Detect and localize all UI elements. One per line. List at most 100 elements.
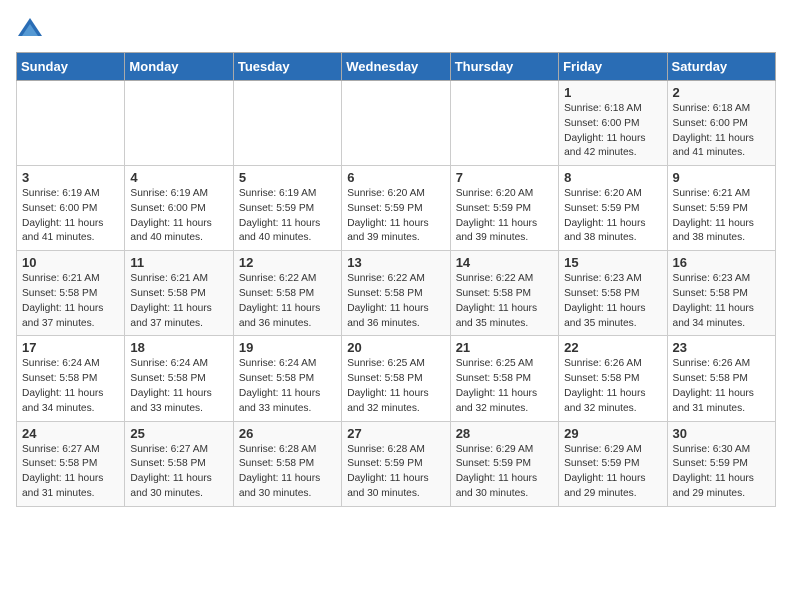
day-info: Sunrise: 6:28 AM Sunset: 5:58 PM Dayligh… bbox=[239, 443, 336, 502]
logo bbox=[16, 16, 48, 44]
header-friday: Friday bbox=[559, 53, 667, 81]
day-info: Sunrise: 6:24 AM Sunset: 5:58 PM Dayligh… bbox=[239, 357, 336, 416]
header-saturday: Saturday bbox=[667, 53, 775, 81]
day-info: Sunrise: 6:29 AM Sunset: 5:59 PM Dayligh… bbox=[564, 443, 661, 502]
calendar-cell: 1 Sunrise: 6:18 AM Sunset: 6:00 PM Daylig… bbox=[559, 81, 667, 166]
calendar-cell: 23 Sunrise: 6:26 AM Sunset: 5:58 PM Dayli… bbox=[667, 336, 775, 421]
day-number: 2 bbox=[673, 85, 770, 100]
calendar-table: SundayMondayTuesdayWednesdayThursdayFrid… bbox=[16, 52, 776, 507]
calendar-cell bbox=[233, 81, 341, 166]
calendar-cell: 3 Sunrise: 6:19 AM Sunset: 6:00 PM Daylig… bbox=[17, 166, 125, 251]
day-info: Sunrise: 6:22 AM Sunset: 5:58 PM Dayligh… bbox=[456, 272, 553, 331]
day-info: Sunrise: 6:23 AM Sunset: 5:58 PM Dayligh… bbox=[673, 272, 770, 331]
calendar-header-row: SundayMondayTuesdayWednesdayThursdayFrid… bbox=[17, 53, 776, 81]
day-number: 5 bbox=[239, 170, 336, 185]
day-info: Sunrise: 6:26 AM Sunset: 5:58 PM Dayligh… bbox=[673, 357, 770, 416]
calendar-cell: 13Sunrise: 6:22 AM Sunset: 5:58 PM Dayli… bbox=[342, 251, 450, 336]
day-info: Sunrise: 6:28 AM Sunset: 5:59 PM Dayligh… bbox=[347, 443, 444, 502]
day-info: Sunrise: 6:25 AM Sunset: 5:58 PM Dayligh… bbox=[347, 357, 444, 416]
calendar-cell: 25Sunrise: 6:27 AM Sunset: 5:58 PM Dayli… bbox=[125, 421, 233, 506]
day-info: Sunrise: 6:22 AM Sunset: 5:58 PM Dayligh… bbox=[347, 272, 444, 331]
day-number: 9 bbox=[673, 170, 770, 185]
calendar-cell bbox=[125, 81, 233, 166]
day-info: Sunrise: 6:25 AM Sunset: 5:58 PM Dayligh… bbox=[456, 357, 553, 416]
calendar-cell: 8 Sunrise: 6:20 AM Sunset: 5:59 PM Daylig… bbox=[559, 166, 667, 251]
day-number: 23 bbox=[673, 340, 770, 355]
day-number: 28 bbox=[456, 426, 553, 441]
day-info: Sunrise: 6:20 AM Sunset: 5:59 PM Dayligh… bbox=[456, 187, 553, 246]
day-info: Sunrise: 6:21 AM Sunset: 5:59 PM Dayligh… bbox=[673, 187, 770, 246]
day-number: 17 bbox=[22, 340, 119, 355]
day-info: Sunrise: 6:19 AM Sunset: 6:00 PM Dayligh… bbox=[130, 187, 227, 246]
day-number: 4 bbox=[130, 170, 227, 185]
day-info: Sunrise: 6:20 AM Sunset: 5:59 PM Dayligh… bbox=[564, 187, 661, 246]
calendar-cell: 14 Sunrise: 6:22 AM Sunset: 5:58 PM Dayli… bbox=[450, 251, 558, 336]
day-number: 25 bbox=[130, 426, 227, 441]
calendar-week-3: 10Sunrise: 6:21 AM Sunset: 5:58 PM Dayli… bbox=[17, 251, 776, 336]
calendar-cell: 17 Sunrise: 6:24 AM Sunset: 5:58 PM Dayli… bbox=[17, 336, 125, 421]
day-info: Sunrise: 6:24 AM Sunset: 5:58 PM Dayligh… bbox=[22, 357, 119, 416]
calendar-cell: 28Sunrise: 6:29 AM Sunset: 5:59 PM Dayli… bbox=[450, 421, 558, 506]
day-info: Sunrise: 6:22 AM Sunset: 5:58 PM Dayligh… bbox=[239, 272, 336, 331]
calendar-cell: 6 Sunrise: 6:20 AM Sunset: 5:59 PM Daylig… bbox=[342, 166, 450, 251]
logo-icon bbox=[16, 16, 44, 44]
calendar-cell: 7 Sunrise: 6:20 AM Sunset: 5:59 PM Daylig… bbox=[450, 166, 558, 251]
day-number: 15 bbox=[564, 255, 661, 270]
calendar-cell bbox=[450, 81, 558, 166]
day-number: 26 bbox=[239, 426, 336, 441]
day-number: 20 bbox=[347, 340, 444, 355]
day-number: 16 bbox=[673, 255, 770, 270]
calendar-week-5: 24 Sunrise: 6:27 AM Sunset: 5:58 PM Dayli… bbox=[17, 421, 776, 506]
day-info: Sunrise: 6:27 AM Sunset: 5:58 PM Dayligh… bbox=[22, 443, 119, 502]
calendar-cell: 16 Sunrise: 6:23 AM Sunset: 5:58 PM Dayli… bbox=[667, 251, 775, 336]
calendar-cell: 10Sunrise: 6:21 AM Sunset: 5:58 PM Dayli… bbox=[17, 251, 125, 336]
calendar-week-1: 1 Sunrise: 6:18 AM Sunset: 6:00 PM Daylig… bbox=[17, 81, 776, 166]
calendar-cell: 4 Sunrise: 6:19 AM Sunset: 6:00 PM Daylig… bbox=[125, 166, 233, 251]
calendar-week-4: 17 Sunrise: 6:24 AM Sunset: 5:58 PM Dayli… bbox=[17, 336, 776, 421]
calendar-cell: 9 Sunrise: 6:21 AM Sunset: 5:59 PM Daylig… bbox=[667, 166, 775, 251]
header-wednesday: Wednesday bbox=[342, 53, 450, 81]
calendar-cell: 19 Sunrise: 6:24 AM Sunset: 5:58 PM Dayli… bbox=[233, 336, 341, 421]
calendar-cell: 12 Sunrise: 6:22 AM Sunset: 5:58 PM Dayli… bbox=[233, 251, 341, 336]
day-info: Sunrise: 6:21 AM Sunset: 5:58 PM Dayligh… bbox=[130, 272, 227, 331]
day-info: Sunrise: 6:18 AM Sunset: 6:00 PM Dayligh… bbox=[564, 102, 661, 161]
day-number: 12 bbox=[239, 255, 336, 270]
day-number: 18 bbox=[130, 340, 227, 355]
day-number: 6 bbox=[347, 170, 444, 185]
day-number: 19 bbox=[239, 340, 336, 355]
day-info: Sunrise: 6:23 AM Sunset: 5:58 PM Dayligh… bbox=[564, 272, 661, 331]
calendar-cell: 29 Sunrise: 6:29 AM Sunset: 5:59 PM Dayli… bbox=[559, 421, 667, 506]
day-info: Sunrise: 6:20 AM Sunset: 5:59 PM Dayligh… bbox=[347, 187, 444, 246]
calendar-cell: 27 Sunrise: 6:28 AM Sunset: 5:59 PM Dayli… bbox=[342, 421, 450, 506]
day-number: 1 bbox=[564, 85, 661, 100]
day-number: 29 bbox=[564, 426, 661, 441]
calendar-cell: 15 Sunrise: 6:23 AM Sunset: 5:58 PM Dayli… bbox=[559, 251, 667, 336]
day-info: Sunrise: 6:30 AM Sunset: 5:59 PM Dayligh… bbox=[673, 443, 770, 502]
calendar-cell: 18 Sunrise: 6:24 AM Sunset: 5:58 PM Dayli… bbox=[125, 336, 233, 421]
calendar-week-2: 3 Sunrise: 6:19 AM Sunset: 6:00 PM Daylig… bbox=[17, 166, 776, 251]
calendar-cell: 26 Sunrise: 6:28 AM Sunset: 5:58 PM Dayli… bbox=[233, 421, 341, 506]
day-number: 8 bbox=[564, 170, 661, 185]
day-info: Sunrise: 6:19 AM Sunset: 5:59 PM Dayligh… bbox=[239, 187, 336, 246]
calendar-cell: 21Sunrise: 6:25 AM Sunset: 5:58 PM Dayli… bbox=[450, 336, 558, 421]
calendar-cell: 2 Sunrise: 6:18 AM Sunset: 6:00 PM Daylig… bbox=[667, 81, 775, 166]
calendar-cell: 11Sunrise: 6:21 AM Sunset: 5:58 PM Dayli… bbox=[125, 251, 233, 336]
day-number: 14 bbox=[456, 255, 553, 270]
day-number: 30 bbox=[673, 426, 770, 441]
calendar-cell: 5 Sunrise: 6:19 AM Sunset: 5:59 PM Daylig… bbox=[233, 166, 341, 251]
calendar-cell: 24 Sunrise: 6:27 AM Sunset: 5:58 PM Dayli… bbox=[17, 421, 125, 506]
calendar-cell bbox=[342, 81, 450, 166]
day-number: 3 bbox=[22, 170, 119, 185]
day-number: 7 bbox=[456, 170, 553, 185]
day-info: Sunrise: 6:21 AM Sunset: 5:58 PM Dayligh… bbox=[22, 272, 119, 331]
day-number: 27 bbox=[347, 426, 444, 441]
header-monday: Monday bbox=[125, 53, 233, 81]
day-info: Sunrise: 6:19 AM Sunset: 6:00 PM Dayligh… bbox=[22, 187, 119, 246]
header-thursday: Thursday bbox=[450, 53, 558, 81]
day-number: 24 bbox=[22, 426, 119, 441]
calendar-cell: 30 Sunrise: 6:30 AM Sunset: 5:59 PM Dayli… bbox=[667, 421, 775, 506]
header-sunday: Sunday bbox=[17, 53, 125, 81]
page-header bbox=[16, 16, 776, 44]
day-info: Sunrise: 6:24 AM Sunset: 5:58 PM Dayligh… bbox=[130, 357, 227, 416]
day-info: Sunrise: 6:18 AM Sunset: 6:00 PM Dayligh… bbox=[673, 102, 770, 161]
